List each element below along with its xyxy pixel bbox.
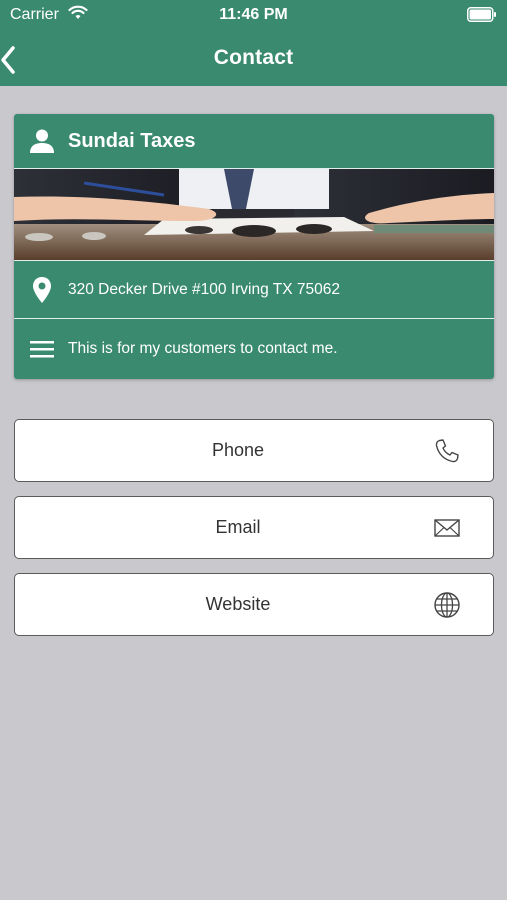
business-name: Sundai Taxes (68, 129, 196, 152)
website-button-label: Website (205, 594, 271, 614)
business-name-row: Sundai Taxes (14, 114, 494, 168)
description-text: This is for my customers to contact me. (68, 340, 338, 357)
description-row: This is for my customers to contact me. (14, 319, 494, 379)
globe-icon (434, 592, 460, 618)
menu-lines-icon (30, 341, 54, 358)
address-row[interactable]: 320 Decker Drive #100 Irving TX 75062 (14, 261, 494, 318)
status-bar: Carrier 11:46 PM (0, 0, 507, 30)
email-button[interactable]: Email (14, 496, 494, 559)
contact-card: Sundai Taxes 320 Decker Drive #100 Irvin… (14, 114, 494, 379)
phone-button[interactable]: Phone (14, 419, 494, 482)
person-icon (30, 129, 54, 153)
website-button[interactable]: Website (14, 573, 494, 636)
location-pin-icon (33, 276, 51, 303)
business-photo (14, 169, 494, 260)
envelope-icon (434, 519, 460, 537)
clock-time: 11:46 PM (219, 6, 288, 23)
battery-icon (467, 7, 496, 22)
address-text: 320 Decker Drive #100 Irving TX 75062 (68, 280, 340, 298)
email-button-label: Email (215, 517, 261, 537)
phone-icon (435, 439, 459, 463)
header: Carrier 11:46 PM Contact (0, 0, 507, 86)
business-photo-image (14, 169, 494, 260)
page-title: Contact (213, 46, 294, 69)
phone-button-label: Phone (211, 440, 265, 460)
